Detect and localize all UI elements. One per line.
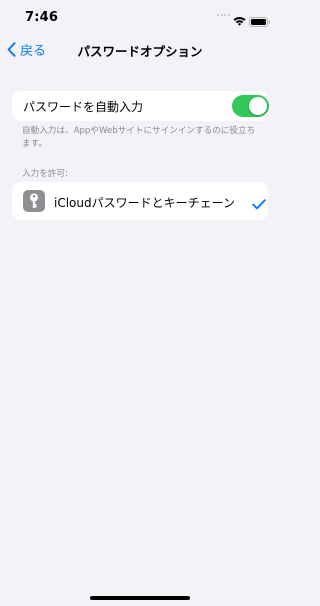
autofill-toggle[interactable] <box>232 95 269 117</box>
autofill-description: 自動入力は、AppやWebサイトにサインインするのに役立ちます。 <box>22 126 256 149</box>
provider-row-icloud-keychain[interactable]: iCloudパスワードとキーチェーン <box>12 182 268 220</box>
section-header: 入力を許可: <box>22 169 68 179</box>
autofill-row: パスワードを自動入力 <box>12 91 269 121</box>
key-icon <box>23 190 45 212</box>
checkmark-icon <box>252 195 266 214</box>
battery-icon <box>249 12 271 31</box>
status-bar: 7:46 <box>0 0 280 36</box>
page-title: パスワードオプション <box>77 44 203 59</box>
navigation-bar: 戻る パスワードオプション <box>0 36 280 62</box>
provider-label: iCloudパスワードとキーチェーン <box>54 196 236 210</box>
status-time: 7:46 <box>25 10 59 25</box>
toggle-knob <box>249 97 267 115</box>
autofill-label: パスワードを自動入力 <box>23 100 144 114</box>
cellular-signal-icon <box>217 14 231 33</box>
wifi-icon <box>233 11 246 30</box>
home-indicator[interactable] <box>90 596 190 600</box>
